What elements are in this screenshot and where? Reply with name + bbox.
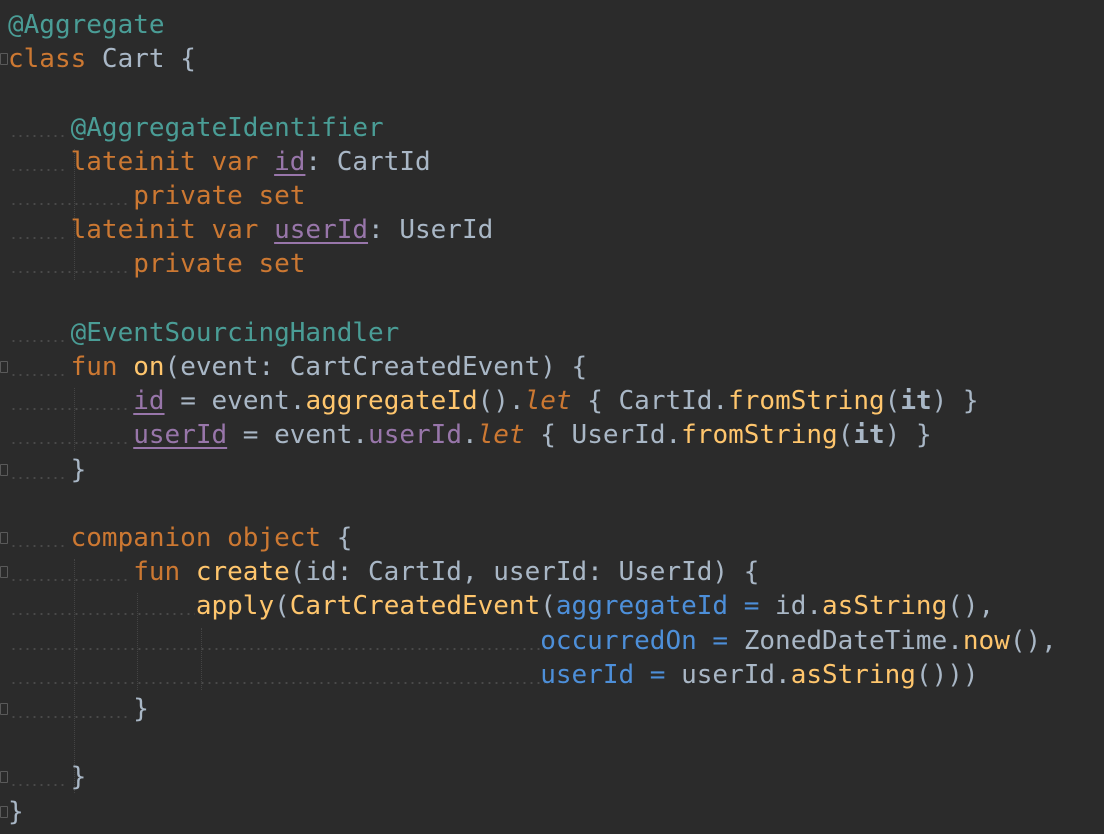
code-token: = event. bbox=[227, 420, 369, 451]
code-line[interactable]: private set bbox=[8, 179, 305, 213]
code-token: lateinit var bbox=[8, 215, 275, 246]
fold-marker-icon[interactable] bbox=[0, 463, 8, 476]
code-line[interactable]: companion object { bbox=[8, 521, 353, 555]
code-token: = bbox=[634, 659, 682, 690]
code-token: (), bbox=[947, 591, 995, 622]
code-token: @AggregateIdentifier bbox=[8, 112, 384, 143]
code-token: (). bbox=[477, 386, 525, 417]
code-token: @EventSourcingHandler bbox=[8, 317, 400, 348]
code-line[interactable]: } bbox=[8, 760, 87, 794]
fold-marker-icon[interactable] bbox=[0, 53, 8, 66]
code-token: let bbox=[477, 420, 525, 451]
code-token: create bbox=[195, 557, 290, 588]
code-line[interactable]: lateinit var userId: UserId bbox=[8, 213, 494, 247]
code-token: : UserId bbox=[368, 215, 494, 246]
code-token: ( bbox=[884, 386, 901, 417]
code-token: id bbox=[133, 386, 165, 417]
code-line[interactable]: apply(CartCreatedEvent(aggregateId = id.… bbox=[8, 589, 994, 623]
code-line[interactable]: } bbox=[8, 795, 24, 829]
code-token: { UserId. bbox=[524, 420, 682, 451]
code-token: userId bbox=[274, 215, 369, 246]
code-line[interactable]: userId = event.userId.let { UserId.fromS… bbox=[8, 418, 932, 452]
code-token: Cart { bbox=[86, 44, 196, 75]
code-token: = bbox=[696, 625, 744, 656]
code-token: userId. bbox=[681, 659, 791, 690]
code-token: (), bbox=[1009, 625, 1057, 656]
code-line[interactable]: @AggregateIdentifier bbox=[8, 111, 384, 145]
code-line[interactable]: class Cart { bbox=[8, 42, 196, 76]
code-token: occurredOn bbox=[540, 625, 697, 656]
code-token: it bbox=[900, 386, 932, 417]
code-token: . bbox=[461, 420, 478, 451]
code-token: (id: CartId, userId: UserId) { bbox=[289, 557, 760, 588]
code-token: = event. bbox=[164, 386, 306, 417]
code-line[interactable]: id = event.aggregateId().let { CartId.fr… bbox=[8, 384, 979, 418]
code-line[interactable]: fun create(id: CartId, userId: UserId) { bbox=[8, 555, 759, 589]
code-token: fromString bbox=[681, 420, 838, 451]
code-line[interactable]: userId = userId.asString())) bbox=[8, 658, 979, 692]
code-token: lateinit var bbox=[8, 146, 275, 177]
code-token: aggregateId bbox=[305, 386, 478, 417]
code-token: (event: CartCreatedEvent) { bbox=[164, 352, 588, 382]
code-token: now bbox=[962, 625, 1010, 656]
code-token: ) } bbox=[931, 386, 979, 417]
code-token: fun bbox=[8, 352, 134, 382]
code-token: } bbox=[8, 454, 87, 485]
code-line[interactable]: private set bbox=[8, 247, 305, 281]
code-token: { bbox=[321, 523, 353, 553]
code-token: { CartId. bbox=[571, 386, 729, 417]
code-line[interactable]: @Aggregate bbox=[8, 8, 165, 42]
fold-marker-icon[interactable] bbox=[0, 361, 8, 373]
code-token: fromString bbox=[728, 386, 885, 417]
code-line[interactable]: } bbox=[8, 453, 87, 487]
code-token: ( bbox=[274, 591, 290, 622]
code-editor[interactable]: @Aggregate class Cart { @AggregateIdentif… bbox=[0, 0, 1104, 834]
code-token: apply bbox=[195, 591, 275, 622]
code-token: CartCreatedEvent bbox=[289, 591, 541, 622]
fold-marker-icon[interactable] bbox=[0, 805, 8, 818]
code-token: it bbox=[853, 420, 885, 451]
code-token: userId bbox=[133, 420, 228, 451]
code-token: ) } bbox=[884, 420, 932, 451]
code-token: ())) bbox=[915, 659, 979, 690]
code-token: class bbox=[8, 44, 87, 75]
code-line[interactable]: @EventSourcingHandler bbox=[8, 316, 400, 350]
fold-marker-icon[interactable] bbox=[0, 566, 8, 579]
code-line[interactable]: lateinit var id: CartId bbox=[8, 145, 431, 179]
code-token: = bbox=[728, 591, 776, 622]
code-token: companion object bbox=[8, 523, 322, 553]
fold-marker-icon[interactable] bbox=[0, 771, 8, 784]
code-line[interactable]: occurredOn = ZonedDateTime.now(), bbox=[8, 624, 1057, 658]
code-line[interactable]: fun on(event: CartCreatedEvent) { bbox=[8, 350, 588, 384]
code-token: let bbox=[524, 386, 572, 417]
code-line[interactable]: } bbox=[8, 692, 149, 726]
code-token: ( bbox=[837, 420, 854, 451]
code-token: @Aggregate bbox=[8, 10, 165, 40]
code-token: } bbox=[8, 762, 87, 793]
code-token: } bbox=[8, 694, 149, 724]
code-token: userId bbox=[540, 659, 635, 690]
fold-marker-icon[interactable] bbox=[0, 532, 8, 544]
code-token: userId bbox=[368, 420, 462, 451]
code-token: id bbox=[274, 146, 306, 177]
code-token: ZonedDateTime. bbox=[743, 625, 963, 656]
code-token: fun bbox=[8, 557, 196, 588]
fold-marker-icon[interactable] bbox=[0, 703, 8, 715]
code-token: ( bbox=[540, 591, 556, 622]
code-token: asString bbox=[790, 659, 916, 690]
code-token: id. bbox=[775, 591, 823, 622]
code-token: on bbox=[133, 352, 165, 382]
code-token: private set bbox=[8, 249, 306, 280]
code-token: private set bbox=[8, 181, 306, 211]
code-token: } bbox=[8, 796, 24, 827]
code-token: aggregateId bbox=[555, 591, 729, 622]
code-token: asString bbox=[822, 591, 948, 622]
code-token: : CartId bbox=[305, 146, 431, 177]
